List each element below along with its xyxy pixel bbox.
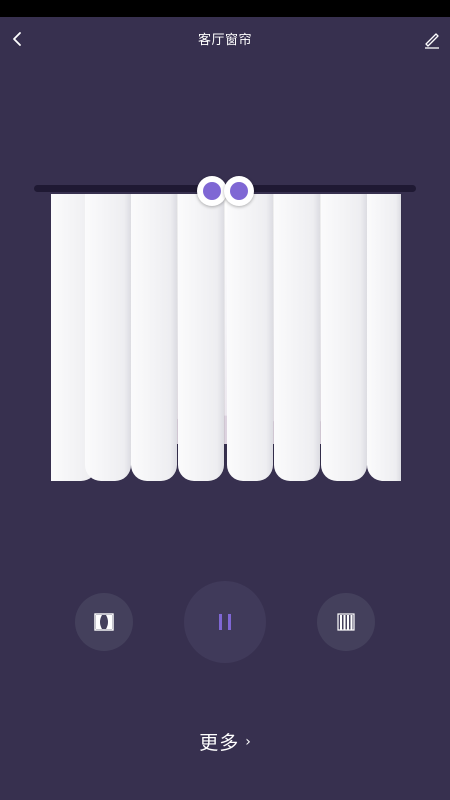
edit-button[interactable] bbox=[420, 25, 444, 53]
pause-button[interactable] bbox=[184, 581, 266, 663]
curtain-visualization bbox=[30, 176, 420, 486]
header: 客厅窗帘 bbox=[0, 17, 450, 61]
curtain-left-handle[interactable] bbox=[197, 176, 227, 206]
curtain-panel bbox=[367, 194, 401, 481]
curtain-panel bbox=[321, 194, 367, 481]
chevron-right-icon: › bbox=[245, 734, 251, 750]
curtain-closed-icon bbox=[337, 613, 355, 631]
curtain-right-handle[interactable] bbox=[224, 176, 254, 206]
more-label: 更多 bbox=[199, 732, 240, 754]
open-curtain-button[interactable] bbox=[75, 593, 133, 651]
curtain-panel bbox=[131, 194, 177, 481]
more-link[interactable]: 更多 › bbox=[0, 728, 450, 755]
close-curtain-button[interactable] bbox=[317, 593, 375, 651]
curtain-panel bbox=[178, 194, 224, 481]
curtain-controls bbox=[0, 580, 450, 664]
curtain-panel bbox=[274, 194, 320, 481]
status-bar bbox=[0, 0, 450, 17]
pause-icon bbox=[219, 614, 231, 630]
page-title: 客厅窗帘 bbox=[197, 33, 252, 48]
pencil-icon bbox=[425, 33, 439, 49]
curtain-panel bbox=[85, 194, 131, 481]
curtain-panel bbox=[227, 194, 273, 481]
curtain-open-icon bbox=[94, 613, 114, 631]
